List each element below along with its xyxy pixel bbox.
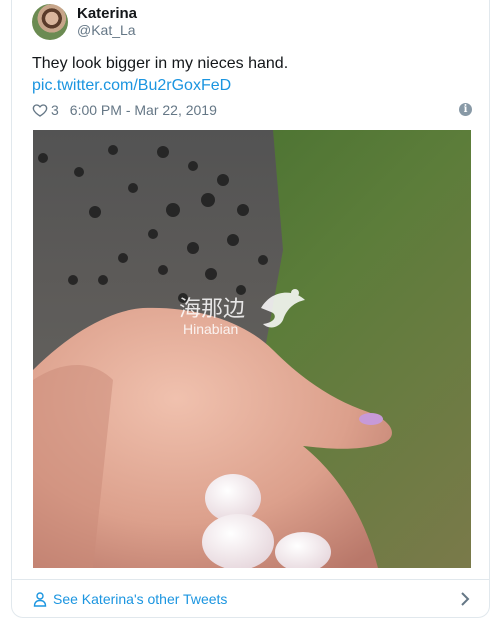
embedded-tweet-card: Katerina @Kat_La They look bigger in my … <box>11 0 490 618</box>
tweet-meta: 3 6:00 PM - Mar 22, 2019 i <box>32 100 472 120</box>
tweet-media-link[interactable]: pic.twitter.com/Bu2rGoxFeD <box>32 76 231 96</box>
avatar[interactable] <box>32 4 68 40</box>
like-count[interactable]: 3 <box>51 102 59 118</box>
tweet-header[interactable]: Katerina @Kat_La <box>32 2 137 42</box>
heart-icon[interactable] <box>32 102 48 118</box>
tweet-text: They look bigger in my nieces hand. <box>32 55 289 72</box>
see-other-tweets-label[interactable]: See Katerina's other Tweets <box>53 591 227 607</box>
see-other-tweets-link[interactable]: See Katerina's other Tweets <box>32 588 472 610</box>
timestamp[interactable]: 6:00 PM - Mar 22, 2019 <box>70 102 217 118</box>
svg-text:Hinabian: Hinabian <box>183 321 238 337</box>
tweet-photo[interactable]: 海那边 Hinabian <box>33 130 471 568</box>
svg-text:海那边: 海那边 <box>179 297 245 322</box>
author-names: Katerina @Kat_La <box>77 5 137 39</box>
display-name[interactable]: Katerina <box>77 5 137 22</box>
info-icon[interactable]: i <box>459 103 472 116</box>
person-icon <box>33 592 47 607</box>
footer-divider <box>12 579 489 580</box>
handle[interactable]: @Kat_La <box>77 22 137 39</box>
chevron-right-icon[interactable] <box>458 591 472 607</box>
hailstones-photo: 海那边 Hinabian <box>33 130 471 568</box>
